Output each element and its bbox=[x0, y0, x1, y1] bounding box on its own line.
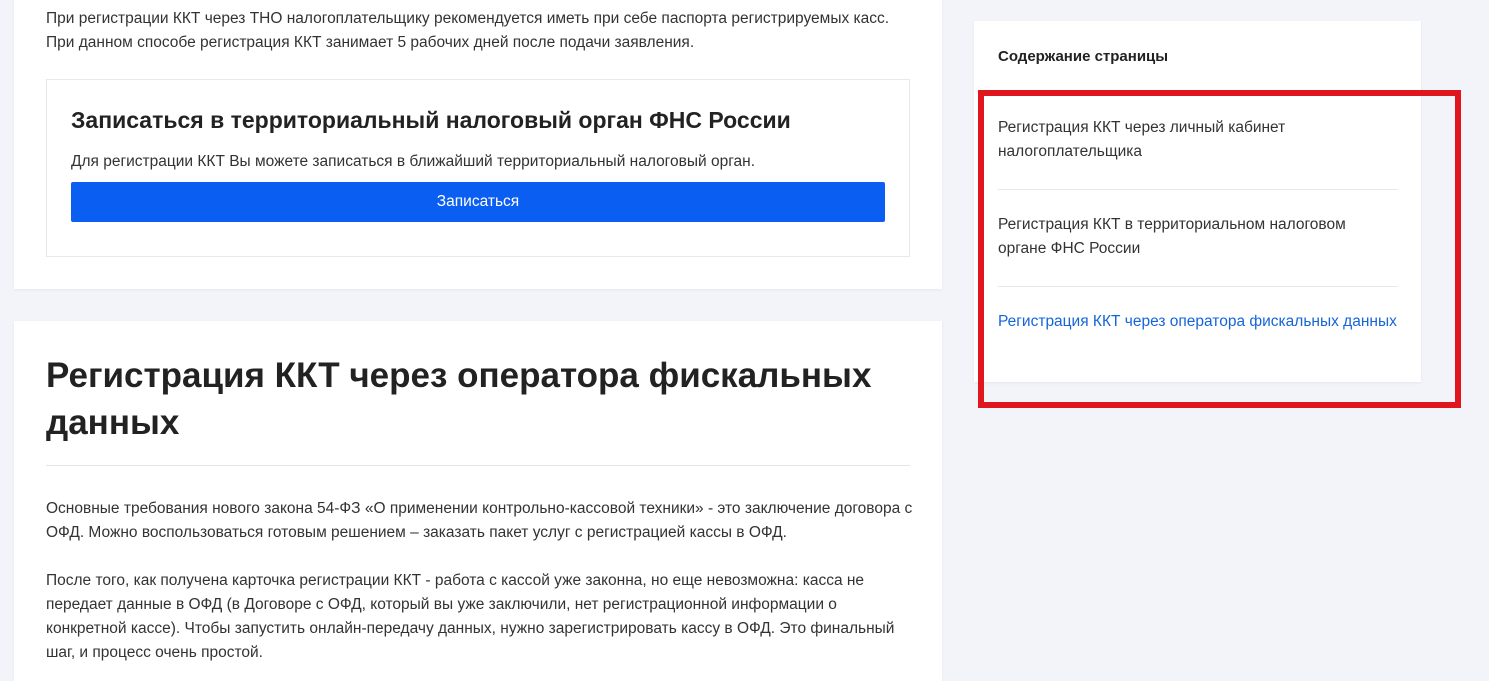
toc-item-ofd-operator[interactable]: Регистрация ККТ через оператора фискальн… bbox=[998, 310, 1398, 334]
page: При регистрации ККТ через ТНО налогоплат… bbox=[0, 0, 1489, 681]
signup-panel: Записаться в территориальный налоговый о… bbox=[46, 79, 910, 257]
section-title: Регистрация ККТ через оператора фискальн… bbox=[46, 356, 872, 442]
toc-title: Содержание страницы bbox=[998, 48, 1169, 65]
signup-description: Для регистрации ККТ Вы можете записаться… bbox=[71, 153, 755, 170]
section-paragraph-2: После того, как получена карточка регист… bbox=[46, 572, 895, 661]
toc-divider bbox=[998, 286, 1398, 287]
toc-item-personal-cabinet[interactable]: Регистрация ККТ через личный кабинет нал… bbox=[998, 116, 1398, 164]
toc-item-tax-office[interactable]: Регистрация ККТ в территориальном налого… bbox=[998, 213, 1398, 261]
signup-button[interactable]: Записаться bbox=[71, 182, 885, 222]
section-divider bbox=[46, 465, 910, 466]
table-of-contents: Содержание страницы Регистрация ККТ чере… bbox=[974, 21, 1421, 382]
toc-divider bbox=[998, 189, 1398, 190]
content-card-top: При регистрации ККТ через ТНО налогоплат… bbox=[14, 0, 942, 289]
intro-paragraph: При регистрации ККТ через ТНО налогоплат… bbox=[46, 10, 890, 51]
content-card-bottom: Регистрация ККТ через оператора фискальн… bbox=[14, 321, 942, 681]
section-paragraph-1: Основные требования нового закона 54-ФЗ … bbox=[46, 500, 913, 541]
signup-title: Записаться в территориальный налоговый о… bbox=[71, 107, 791, 133]
